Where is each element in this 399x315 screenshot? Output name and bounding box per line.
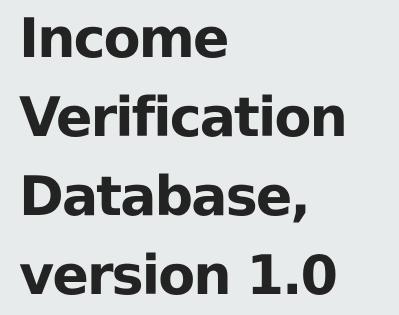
title-line-4: version 1.0: [19, 244, 338, 307]
title-line-1: Income: [19, 7, 230, 70]
page-title: Income Verification Database, version 1.…: [19, 0, 399, 315]
title-line-3: Database,: [19, 165, 311, 228]
title-line-2: Verification: [19, 86, 348, 149]
